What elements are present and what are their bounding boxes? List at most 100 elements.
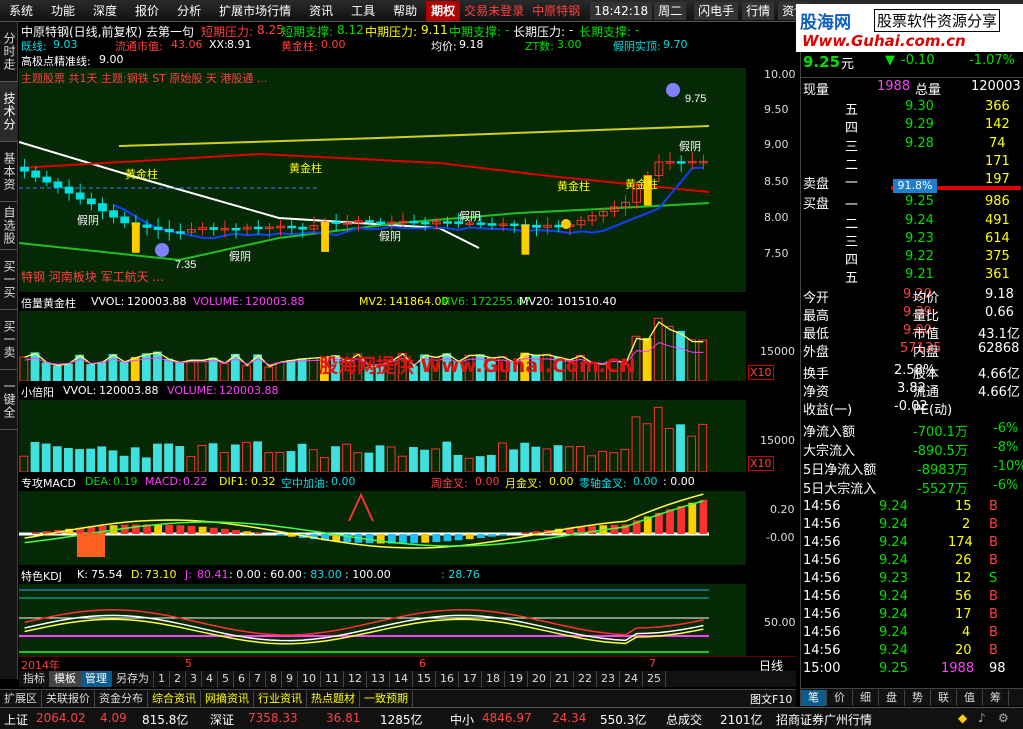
menu-depth[interactable]: 深度 — [84, 0, 126, 22]
template-number-tab[interactable]: 17 — [459, 671, 482, 687]
quote-tab[interactable]: 值 — [957, 689, 983, 706]
tab-consensus[interactable]: 一致预期 — [360, 690, 413, 707]
flow-label: 大宗流入 — [803, 444, 856, 459]
template-number-tab[interactable]: 3 — [186, 671, 202, 687]
template-number-tab[interactable]: 14 — [390, 671, 413, 687]
settings-icon[interactable]: ⚙ — [998, 711, 1009, 725]
macd-bar — [276, 534, 285, 536]
quote-tab[interactable]: 笔 — [801, 689, 827, 706]
quote-tab[interactable]: 价 — [827, 689, 853, 706]
template-number-tab[interactable]: 21 — [551, 671, 574, 687]
tab-related-quotes[interactable]: 关联报价 — [42, 690, 95, 707]
template-number-tab[interactable]: 24 — [620, 671, 643, 687]
volume-bar — [86, 448, 96, 472]
tab-manage[interactable]: 管理 — [81, 671, 112, 687]
macd-panel[interactable] — [19, 491, 746, 565]
quote-tab[interactable]: 筹 — [983, 689, 1009, 706]
volume-bar — [631, 416, 641, 472]
volume-bar — [509, 449, 518, 472]
options-tab[interactable]: 期权 — [426, 0, 461, 21]
template-number-tab[interactable]: 13 — [367, 671, 390, 687]
volume-bar — [108, 354, 118, 381]
tab-sell-one[interactable]: 买一卖出 — [0, 310, 18, 370]
candle-body — [53, 181, 63, 188]
macd-bar — [31, 532, 40, 534]
tick-volume: 1988 — [941, 661, 975, 676]
volume-bar — [564, 446, 574, 472]
sound-icon[interactable]: ♪ — [978, 711, 986, 725]
tab-cancel-all[interactable]: 一键全撤 — [0, 370, 18, 430]
template-number-tab[interactable]: 12 — [344, 671, 367, 687]
menu-function[interactable]: 功能 — [42, 0, 84, 22]
template-number-tab[interactable]: 1 — [154, 671, 170, 687]
tick-row: 14:56 9.24 174 B — [801, 534, 1023, 553]
template-number-tab[interactable]: 18 — [482, 671, 505, 687]
tab-capital-distribution[interactable]: 资金分布 — [95, 690, 148, 707]
quote-tab[interactable]: 势 — [905, 689, 931, 706]
template-number-tab[interactable]: 10 — [298, 671, 321, 687]
template-number-tab[interactable]: 9 — [282, 671, 298, 687]
tick-time: 14:56 — [803, 607, 841, 622]
tab-hot-topics[interactable]: 热点题材 — [307, 690, 360, 707]
template-number-tab[interactable]: 6 — [234, 671, 250, 687]
flow-label: 净流入额 — [803, 425, 856, 440]
kdj-panel[interactable] — [19, 584, 746, 656]
menu-quote[interactable]: 报价 — [126, 0, 168, 22]
kline-panel[interactable]: 主题股票 共1天 主题:钢铁 ST 原始股 天 港股通 ... 特钢 河南板块 … — [19, 68, 746, 292]
template-number-tab[interactable]: 7 — [250, 671, 266, 687]
template-number-tab[interactable]: 5 — [218, 671, 234, 687]
trade-status[interactable]: 交易未登录 — [460, 2, 528, 19]
menu-extended-market[interactable]: 扩展市场行情 — [210, 0, 300, 22]
vol1-panel[interactable]: 股海网提供 Www.Guhai.Com.CN — [19, 311, 746, 381]
template-number-tab[interactable]: 4 — [202, 671, 218, 687]
quote-button[interactable]: 行情 — [742, 1, 775, 20]
tab-extension[interactable]: 扩展区 — [0, 690, 42, 707]
menu-help[interactable]: 帮助 — [384, 0, 426, 22]
quote-tab[interactable]: 联 — [931, 689, 957, 706]
template-number-tab[interactable]: 25 — [643, 671, 666, 687]
menu-analysis[interactable]: 分析 — [168, 0, 210, 22]
tab-web-digest[interactable]: 网摘资讯 — [201, 690, 254, 707]
template-number-tab[interactable]: 23 — [597, 671, 620, 687]
long-pressure-value: - — [569, 23, 574, 37]
tab-intraday[interactable]: 分时走势 — [0, 22, 18, 82]
sh-index-change: 4.09 — [100, 711, 127, 725]
tab-watchlist[interactable]: 自选股 — [0, 202, 18, 250]
menu-tools[interactable]: 工具 — [342, 0, 384, 22]
tab-industry-news[interactable]: 行业资讯 — [254, 690, 307, 707]
quote-tab[interactable]: 细 — [853, 689, 879, 706]
volume-bar — [431, 448, 441, 472]
quote-tab[interactable]: 盘 — [879, 689, 905, 706]
template-number-tab[interactable]: 15 — [413, 671, 436, 687]
flash-trade-button[interactable]: 闪电手 — [694, 1, 739, 20]
tab-buy-one[interactable]: 买一买入 — [0, 250, 18, 310]
tab-fundamentals[interactable]: 基本资料 — [0, 142, 18, 202]
stat-value: 0.66 — [985, 305, 1014, 320]
vol1-x10: X10 — [748, 365, 774, 380]
menu-system[interactable]: 系统 — [0, 0, 42, 22]
candle-body — [109, 210, 118, 218]
template-number-tab[interactable]: 19 — [505, 671, 528, 687]
volume-bar — [297, 443, 307, 472]
template-number-tab[interactable]: 20 — [528, 671, 551, 687]
tab-general-news[interactable]: 综合资讯 — [148, 690, 201, 707]
chart-f10-button[interactable]: 图文F10 — [750, 691, 792, 707]
volume-bar — [208, 357, 218, 381]
volume-bar — [30, 352, 40, 381]
tab-save-as[interactable]: 另存为 — [112, 671, 154, 687]
volume-bar — [219, 363, 229, 381]
template-number-tab[interactable]: 2 — [170, 671, 186, 687]
tab-indicators[interactable]: 指标 — [19, 671, 50, 687]
template-number-tab[interactable]: 16 — [436, 671, 459, 687]
buy-volume: 614 — [985, 231, 1010, 246]
tab-technical[interactable]: 技术分析 — [0, 82, 18, 142]
template-number-tab[interactable]: 11 — [321, 671, 344, 687]
volume-bar — [230, 444, 240, 472]
vol2-panel[interactable] — [19, 400, 746, 472]
kdj-chart — [19, 589, 709, 653]
flow-value: -5527万 — [917, 482, 968, 497]
template-number-tab[interactable]: 8 — [266, 671, 282, 687]
menu-info[interactable]: 资讯 — [300, 0, 342, 22]
template-number-tab[interactable]: 22 — [574, 671, 597, 687]
tab-templates[interactable]: 模板 — [50, 671, 81, 687]
